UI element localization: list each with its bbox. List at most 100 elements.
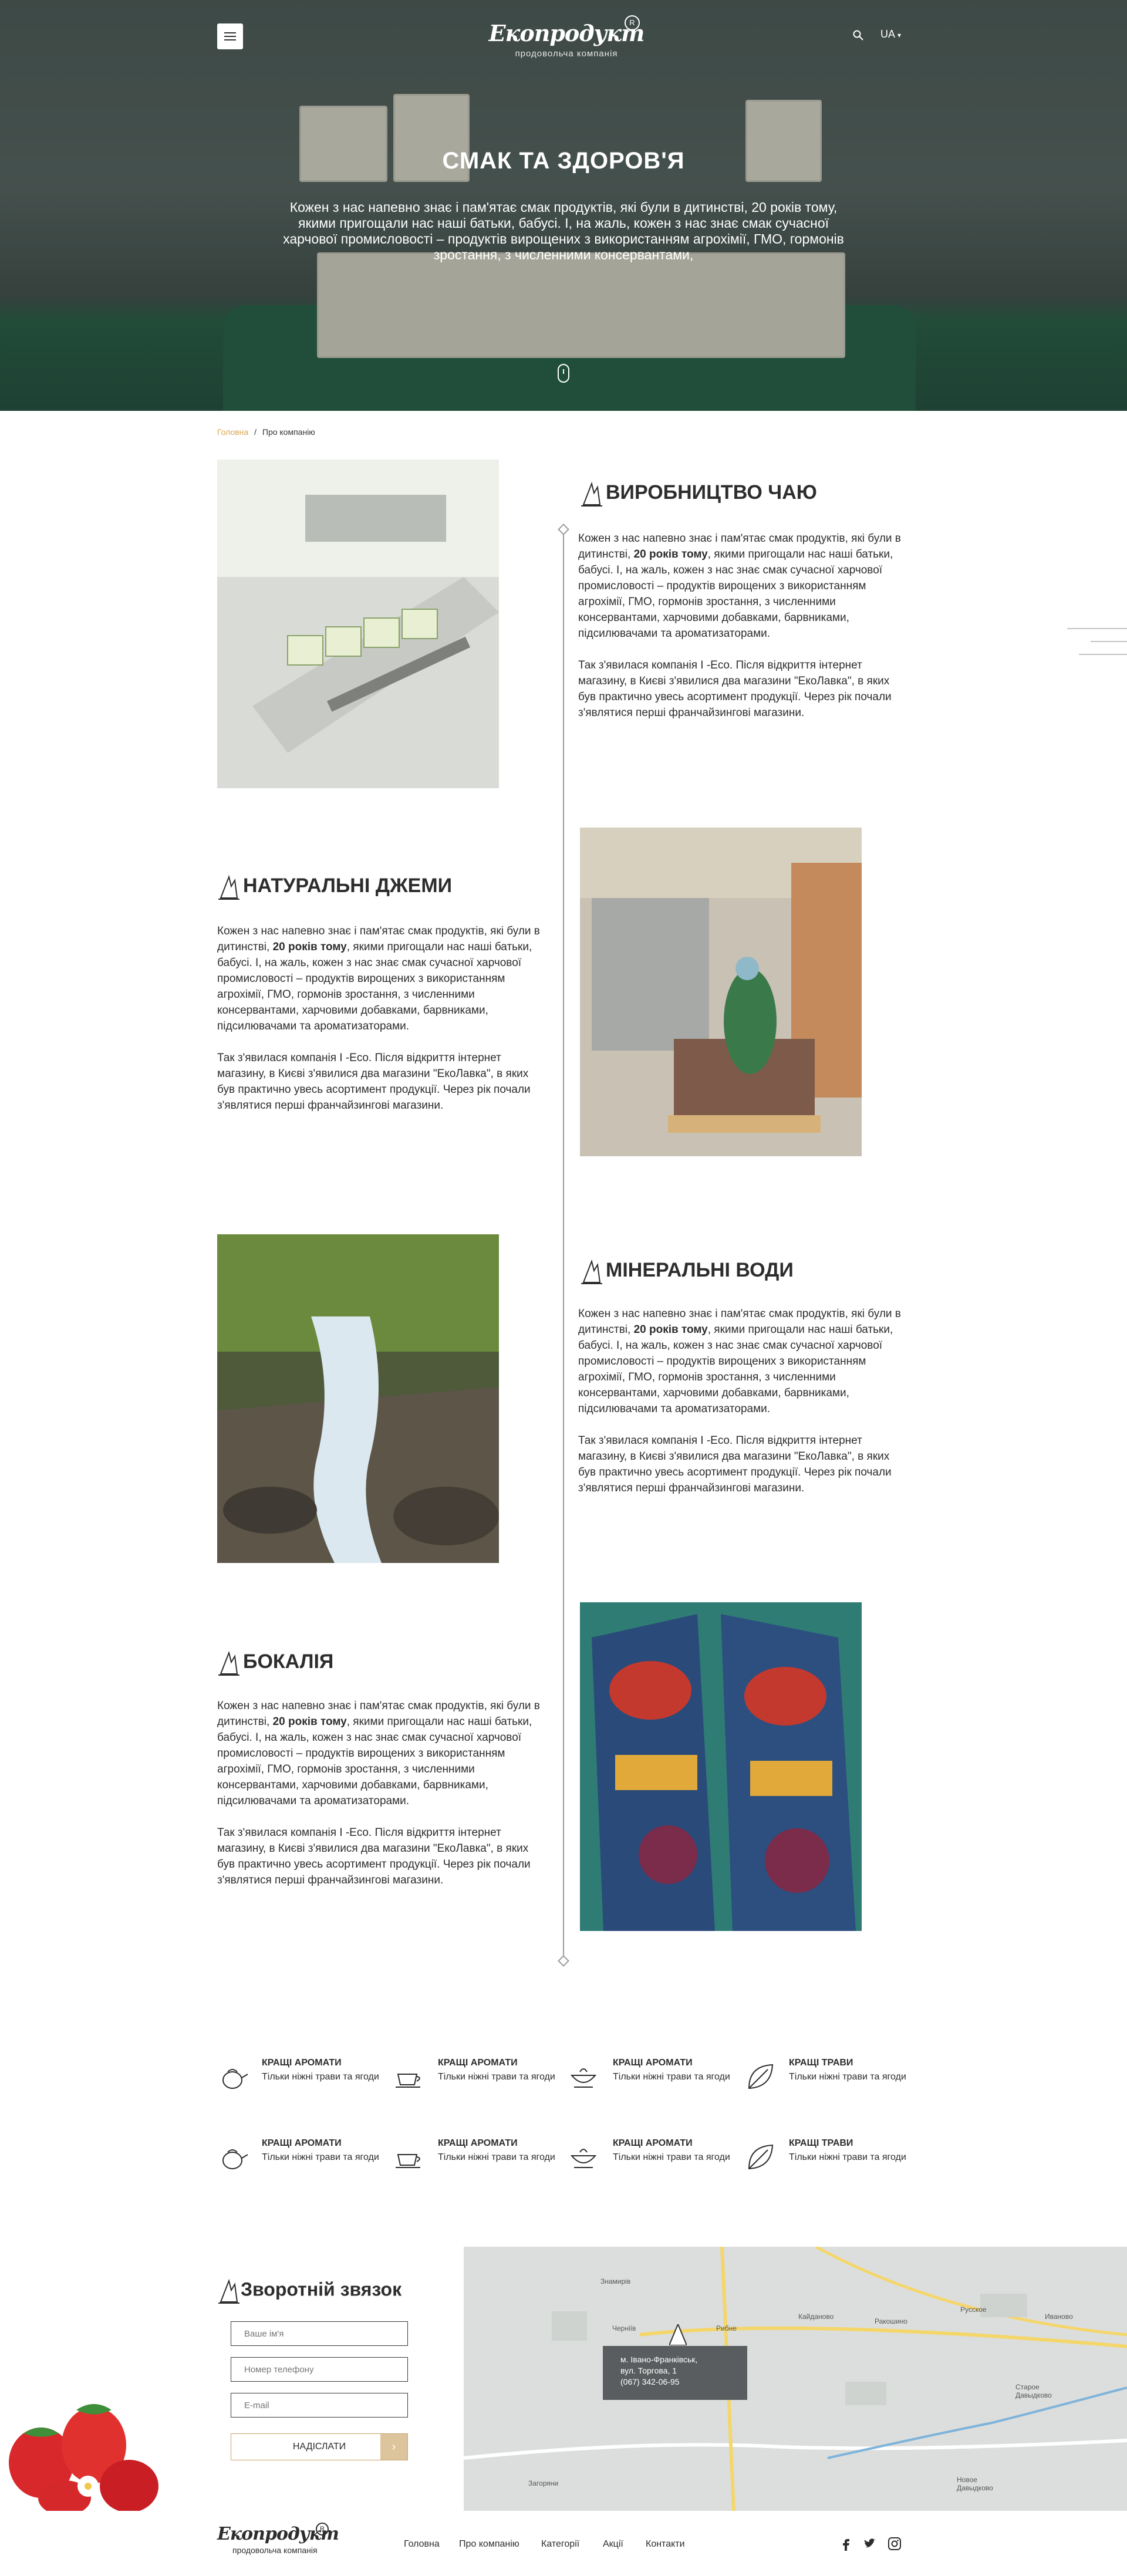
section-title-text: БОКАЛІЯ: [243, 1650, 334, 1673]
feature-text: Тільки ніжні трави та ягоди: [613, 2072, 730, 2082]
phone-input[interactable]: [231, 2357, 408, 2382]
section-title: НАТУРАЛЬНІ ДЖЕМИ: [217, 873, 452, 900]
feature-title: КРАЩІ ТРАВИ: [789, 2058, 853, 2068]
logo-tagline: продовольча компанія: [515, 49, 618, 59]
hero-title: СМАК ТА ЗДОРОВ'Я: [442, 148, 685, 174]
map-pin-icon[interactable]: [669, 2324, 687, 2345]
section-title-text: ВИРОБНИЦТВО ЧАЮ: [606, 481, 817, 504]
footer-nav-home[interactable]: Головна: [404, 2539, 440, 2550]
waterfall-photo: [217, 1234, 499, 1563]
breadcrumb-current: Про компанію: [262, 427, 315, 437]
timeline-end-marker: [558, 1955, 569, 1967]
contact-title-text: Зворотній звязок: [241, 2278, 402, 2300]
section-paragraph: Так з'явилася компанія I -Eco. Після від…: [578, 659, 892, 719]
twitter-icon[interactable]: [863, 2537, 877, 2551]
feature-title: КРАЩІ АРОМАТИ: [613, 2058, 693, 2068]
teapot-icon: [222, 2069, 248, 2089]
submit-label: НАДІСЛАТИ: [292, 2442, 346, 2452]
map-address-card: м. Івано-Франківськ, вул. Торгова, 1 (06…: [603, 2346, 747, 2400]
section-text: Кожен з нас напевно знає і пам'ятає смак…: [217, 923, 546, 1129]
section-text: Кожен з нас напевно знає і пам'ятає смак…: [217, 1698, 546, 1904]
section-paragraph: Кожен з нас напевно знає і пам'ятає смак…: [217, 1698, 546, 1809]
address-line: м. Івано-Франківськ,: [620, 2355, 698, 2364]
mouse-scroll-icon[interactable]: [558, 364, 569, 383]
tea-package-photo: [580, 1602, 862, 1931]
footer-nav-contacts[interactable]: Контакти: [646, 2539, 685, 2550]
tea-leaf-logo-icon: [218, 875, 239, 900]
side-decoration-lines: [1067, 628, 1127, 667]
paragraph-text: , якими пригощали нас наші батьки, бабус…: [217, 1716, 532, 1807]
map-label: Загоряни: [528, 2479, 559, 2487]
feature-text: Тільки ніжні трави та ягоди: [789, 2072, 906, 2082]
feature-item: КРАЩІ АРОМАТИ Тільки ніжні трави та ягод…: [568, 2058, 744, 2105]
footer-nav-promotions[interactable]: Акції: [603, 2539, 623, 2550]
section-paragraph: Так з'явилася компанія I -Eco. Після від…: [578, 1434, 892, 1494]
map-label: Рибне: [716, 2324, 737, 2332]
paragraph-highlight: 20 років тому: [633, 1324, 708, 1336]
language-label: UA: [880, 28, 895, 40]
section-paragraph: Кожен з нас напевно знає і пам'ятає смак…: [578, 1306, 907, 1417]
tea-leaf-logo-icon: [218, 2278, 239, 2304]
feature-title: КРАЩІ АРОМАТИ: [262, 2058, 342, 2068]
submit-button[interactable]: НАДІСЛАТИ ›: [231, 2433, 408, 2460]
feature-title: КРАЩІ АРОМАТИ: [438, 2138, 518, 2148]
map-label: Кайданово: [798, 2312, 834, 2321]
feature-title: КРАЩІ АРОМАТИ: [262, 2138, 342, 2148]
breadcrumb-home[interactable]: Головна: [217, 427, 248, 437]
teapot-icon: [222, 2149, 248, 2169]
leaf-icon: [748, 2144, 774, 2170]
tea-production-photo: [217, 460, 499, 788]
menu-button[interactable]: [217, 23, 243, 49]
chevron-down-icon: ▾: [897, 31, 902, 39]
tea-bowl-icon: [570, 2149, 597, 2168]
footer-logo-tagline: продовольча компанія: [232, 2545, 318, 2555]
section-title: ВИРОБНИЦТВО ЧАЮ: [580, 480, 817, 507]
map-label: Иваново: [1045, 2312, 1073, 2321]
phone-number[interactable]: (067) 342-06-95: [620, 2376, 747, 2388]
section-title: МІНЕРАЛЬНІ ВОДИ: [580, 1258, 794, 1285]
map-label: Знамирів: [600, 2277, 631, 2285]
feature-title: КРАЩІ АРОМАТИ: [613, 2138, 693, 2148]
logo[interactable]: Екопродукт продовольча компанія R: [487, 14, 646, 73]
breadcrumb-separator: /: [254, 427, 257, 437]
feature-item: КРАЩІ АРОМАТИ Тільки ніжні трави та ягод…: [217, 2058, 393, 2105]
paragraph-highlight: 20 років тому: [272, 941, 347, 953]
feature-title: КРАЩІ ТРАВИ: [789, 2138, 853, 2148]
jam-factory-photo: [580, 828, 862, 1156]
section-paragraph: Так з'явилася компанія I -Eco. Після від…: [217, 1052, 531, 1112]
feature-text: Тільки ніжні трави та ягоди: [262, 2072, 379, 2082]
email-input[interactable]: [231, 2393, 408, 2418]
instagram-icon[interactable]: [888, 2537, 902, 2551]
footer-nav-about[interactable]: Про компанію: [459, 2539, 519, 2550]
location-map[interactable]: Знамирів Черніїв Рибне Кайданово Ракошин…: [464, 2247, 1127, 2511]
footer-nav-categories[interactable]: Категорії: [541, 2539, 579, 2550]
section-title-text: МІНЕРАЛЬНІ ВОДИ: [606, 1258, 794, 1281]
language-selector[interactable]: UA ▾: [880, 28, 901, 40]
feature-text: Тільки ніжні трави та ягоди: [262, 2152, 379, 2162]
feature-text: Тільки ніжні трави та ягоди: [438, 2072, 555, 2082]
facebook-icon[interactable]: [839, 2537, 853, 2551]
map-label: Русское: [960, 2305, 987, 2314]
feature-item: КРАЩІ АРОМАТИ Тільки ніжні трави та ягод…: [393, 2138, 569, 2185]
section-text: Кожен з нас напевно знає і пам'ятає смак…: [578, 1306, 907, 1512]
feature-title: КРАЩІ АРОМАТИ: [438, 2058, 518, 2068]
feature-item: КРАЩІ ТРАВИ Тільки ніжні трави та ягоди: [744, 2058, 920, 2105]
timeline-line: [563, 528, 564, 1960]
section-text: Кожен з нас напевно знає і пам'ятає смак…: [578, 531, 907, 737]
paragraph-text: , якими пригощали нас наші батьки, бабус…: [578, 1324, 893, 1415]
footer-logo[interactable]: Екопродукт продовольча компанія R: [217, 2523, 339, 2565]
feature-item: КРАЩІ АРОМАТИ Тільки ніжні трави та ягод…: [393, 2058, 569, 2105]
hero-text: Кожен з нас напевно знає і пам'ятає смак…: [283, 200, 844, 262]
search-icon[interactable]: [852, 29, 864, 41]
tea-leaf-logo-icon: [581, 481, 602, 507]
registered-mark: R: [316, 2523, 329, 2536]
feature-text: Тільки ніжні трави та ягоди: [613, 2152, 730, 2162]
name-input[interactable]: [231, 2321, 408, 2346]
paragraph-text: , якими пригощали нас наші батьки, бабус…: [578, 548, 893, 640]
registered-mark: R: [625, 15, 640, 31]
tea-bowl-icon: [570, 2068, 597, 2088]
tea-leaf-logo-icon: [218, 1650, 239, 1676]
feature-text: Тільки ніжні трави та ягоди: [438, 2152, 555, 2162]
paragraph-highlight: 20 років тому: [633, 548, 708, 561]
section-title: БОКАЛІЯ: [217, 1649, 333, 1676]
